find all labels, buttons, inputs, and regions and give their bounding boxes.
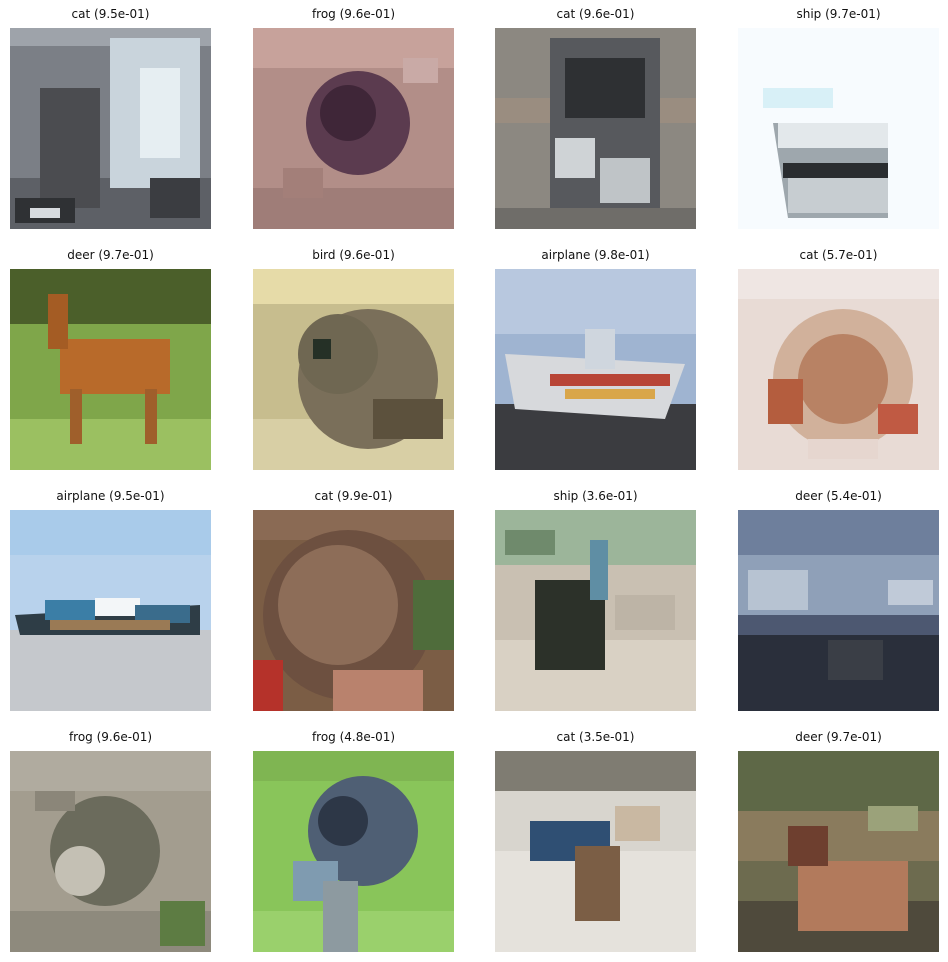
image-title: deer (9.7e-01) xyxy=(795,730,882,744)
airplane-photo-thumbnail xyxy=(10,510,211,711)
cat-photo-thumbnail xyxy=(495,28,696,229)
ship-photo-thumbnail xyxy=(738,28,939,229)
image-title: deer (5.4e-01) xyxy=(795,489,882,503)
image-title: deer (9.7e-01) xyxy=(67,248,154,262)
deer-photo-thumbnail xyxy=(738,751,939,952)
airplane-photo-thumbnail xyxy=(495,269,696,470)
image-title: cat (5.7e-01) xyxy=(799,248,878,262)
frog-photo-thumbnail xyxy=(10,751,211,952)
bird-photo-thumbnail xyxy=(253,269,454,470)
deer-photo-thumbnail xyxy=(738,510,939,711)
ship-photo-thumbnail xyxy=(495,510,696,711)
image-title: airplane (9.5e-01) xyxy=(56,489,165,503)
cat-photo-thumbnail xyxy=(495,751,696,952)
image-title: airplane (9.8e-01) xyxy=(541,248,650,262)
image-title: cat (3.5e-01) xyxy=(556,730,635,744)
image-title: cat (9.5e-01) xyxy=(71,7,150,21)
frog-photo-thumbnail xyxy=(253,751,454,952)
image-title: bird (9.6e-01) xyxy=(312,248,395,262)
cat-photo-thumbnail xyxy=(253,510,454,711)
image-title: cat (9.9e-01) xyxy=(314,489,393,503)
image-title: cat (9.6e-01) xyxy=(556,7,635,21)
image-title: frog (4.8e-01) xyxy=(311,730,396,744)
image-title: frog (9.6e-01) xyxy=(311,7,396,21)
image-title: frog (9.6e-01) xyxy=(68,730,153,744)
cat-photo-thumbnail xyxy=(10,28,211,229)
image-title: ship (9.7e-01) xyxy=(796,7,881,21)
cat-photo-thumbnail xyxy=(738,269,939,470)
deer-photo-thumbnail xyxy=(10,269,211,470)
frog-photo-thumbnail xyxy=(253,28,454,229)
image-title: ship (3.6e-01) xyxy=(553,489,638,503)
